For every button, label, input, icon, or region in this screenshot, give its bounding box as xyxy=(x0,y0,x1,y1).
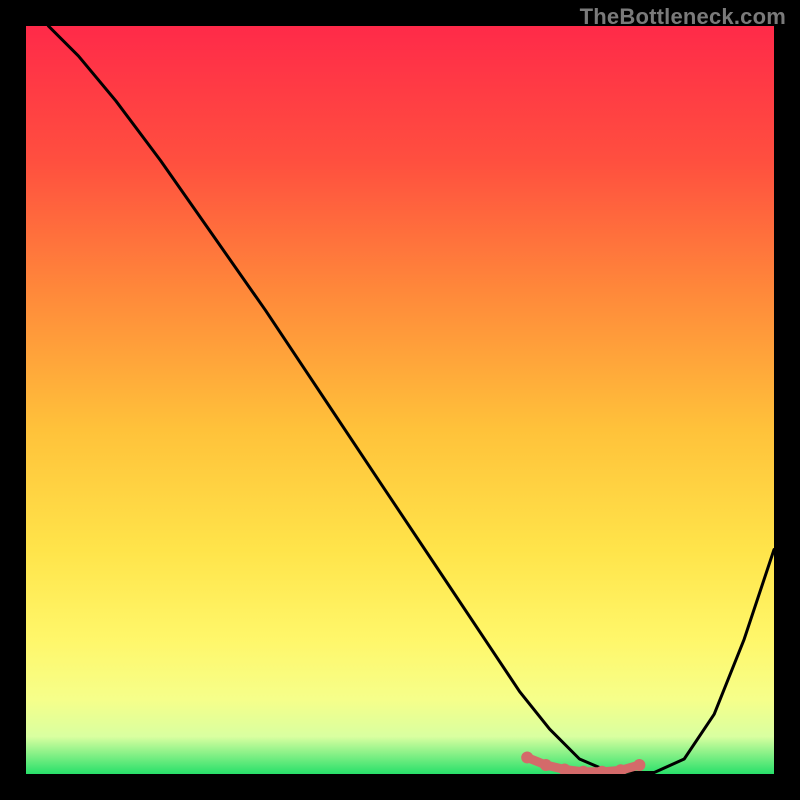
highlight-dot xyxy=(521,752,533,764)
highlight-dot xyxy=(633,759,645,771)
highlight-dot xyxy=(540,759,552,771)
plot-background xyxy=(26,26,774,774)
bottleneck-plot xyxy=(26,26,774,774)
plot-svg xyxy=(26,26,774,774)
